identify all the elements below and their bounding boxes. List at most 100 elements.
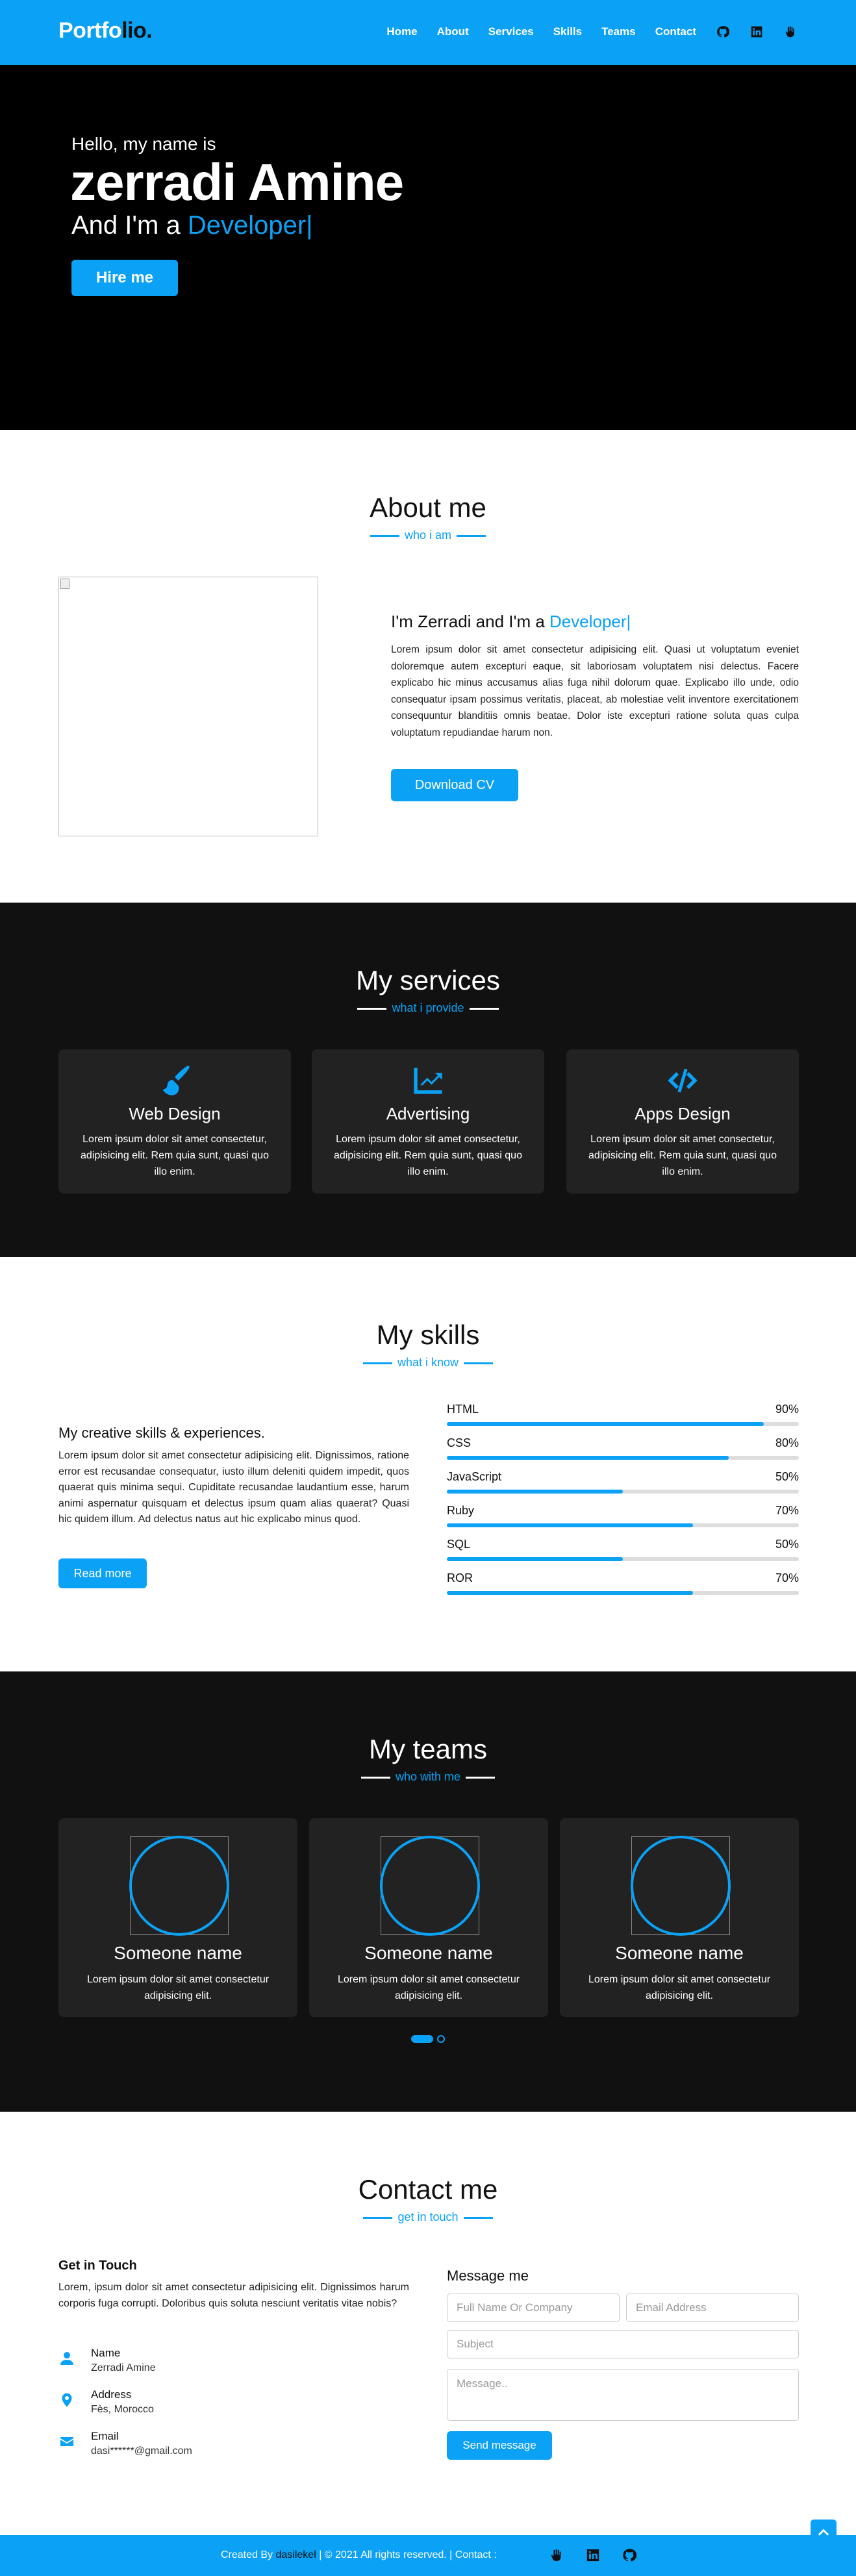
skills-heading: My creative skills & experiences. — [58, 1425, 265, 1441]
nav-links: Home About Services Skills Teams Contact — [386, 25, 798, 39]
skill-track — [447, 1523, 799, 1527]
skill-track — [447, 1422, 799, 1426]
about-section: About me who i am I'm Zerradi and I'm a … — [0, 430, 856, 903]
team-photo — [631, 1836, 731, 1936]
skill-label: JavaScript — [447, 1470, 502, 1483]
footer-created-by: Created By — [221, 2549, 276, 2560]
read-more-button[interactable]: Read more — [58, 1558, 147, 1588]
logo-main: Portfo — [58, 18, 122, 43]
service-card-apps-design: Apps Design Lorem ipsum dolor sit amet c… — [566, 1049, 799, 1194]
team-member-name: Someone name — [114, 1943, 242, 1963]
services-subtitle-text: what i provide — [392, 1001, 464, 1014]
typing-cursor: | — [306, 211, 313, 240]
scroll-to-top-button[interactable] — [811, 2520, 837, 2545]
broken-image-icon — [60, 579, 69, 589]
carousel-dot-active[interactable] — [411, 2035, 433, 2043]
info-label: Name — [91, 2347, 121, 2359]
hire-me-button[interactable]: Hire me — [71, 260, 178, 296]
full-name-input[interactable] — [447, 2294, 620, 2322]
skill-value: 70% — [775, 1571, 799, 1584]
team-card: Someone name Lorem ipsum dolor sit amet … — [58, 1818, 297, 2017]
skills-text: Lorem ipsum dolor sit amet consectetur a… — [58, 1450, 409, 1525]
team-member-name: Someone name — [364, 1943, 493, 1963]
download-cv-button[interactable]: Download CV — [391, 769, 518, 801]
skill-bar-ruby: Ruby 70% — [447, 1504, 799, 1538]
service-text: Lorem ipsum dolor sit amet consectetur, … — [81, 1134, 269, 1177]
logo[interactable]: Portfolio. — [58, 18, 153, 44]
skills-section: My skills what i know My creative skills… — [0, 1257, 856, 1671]
skills-subtitle-text: what i know — [397, 1356, 459, 1369]
team-member-text: Lorem ipsum dolor sit amet consectetur a… — [86, 1974, 270, 2001]
contact-subtitle-text: get in touch — [397, 2210, 459, 2223]
hero-role: And I'm a Developer| — [71, 211, 313, 240]
get-in-touch-text: Lorem, ipsum dolor sit amet consectetur … — [58, 2282, 409, 2309]
hero-greeting: Hello, my name is — [71, 134, 216, 154]
nav-contact[interactable]: Contact — [655, 25, 696, 38]
github-icon[interactable] — [716, 25, 730, 39]
skill-label: Ruby — [447, 1504, 475, 1517]
team-photo — [129, 1836, 229, 1936]
email-input[interactable] — [626, 2294, 799, 2322]
carousel-dot[interactable] — [437, 2035, 445, 2043]
skill-track — [447, 1591, 799, 1595]
skill-value: 50% — [775, 1470, 799, 1483]
footer-icons — [549, 2548, 637, 2566]
skill-fill — [447, 1557, 623, 1561]
paint-brush-icon — [58, 1064, 291, 1097]
contact-info-address: Address Fès, Morocco — [58, 2388, 409, 2421]
hero-name: zerradi Amine — [70, 153, 404, 211]
service-card-web-design: Web Design Lorem ipsum dolor sit amet co… — [58, 1049, 291, 1194]
contact-info-name: Name Zerradi Amine — [58, 2347, 409, 2379]
service-card-advertising: Advertising Lorem ipsum dolor sit amet c… — [312, 1049, 544, 1194]
about-heading-word: Developer| — [549, 612, 631, 631]
nav-skills[interactable]: Skills — [553, 25, 582, 38]
teams-title: My teams — [368, 1734, 488, 1764]
service-text: Lorem ipsum dolor sit amet consectetur, … — [334, 1134, 522, 1177]
nav-services[interactable]: Services — [488, 25, 534, 38]
footer-author-link[interactable]: dasilekel — [275, 2549, 316, 2560]
nav-about[interactable]: About — [437, 25, 469, 38]
skill-value: 70% — [775, 1504, 799, 1517]
team-card: Someone name Lorem ipsum dolor sit amet … — [309, 1818, 548, 2017]
service-name: Web Design — [129, 1104, 221, 1123]
skill-bar-sql: SQL 50% — [447, 1538, 799, 1571]
about-subtitle-text: who i am — [404, 529, 452, 542]
user-icon — [58, 2351, 75, 2368]
skill-fill — [447, 1422, 764, 1426]
teams-subtitle-text: who with me — [395, 1770, 461, 1783]
linkedin-icon[interactable] — [749, 25, 764, 39]
skill-fill — [447, 1591, 694, 1595]
github-icon[interactable] — [622, 2548, 637, 2566]
send-message-button[interactable]: Send message — [447, 2431, 552, 2460]
nav-home[interactable]: Home — [386, 25, 417, 38]
team-card: Someone name Lorem ipsum dolor sit amet … — [560, 1818, 799, 2017]
skill-fill — [447, 1456, 729, 1460]
skill-value: 80% — [775, 1436, 799, 1449]
skill-label: HTML — [447, 1403, 479, 1416]
about-heading: I'm Zerradi and I'm a Developer| — [391, 612, 631, 632]
footer-text: Created By dasilekel | © 2021 All rights… — [221, 2549, 497, 2561]
about-image — [58, 577, 318, 836]
services-title: My services — [356, 965, 500, 995]
hand-icon[interactable] — [783, 25, 798, 39]
nav-teams[interactable]: Teams — [601, 25, 636, 38]
skill-value: 90% — [775, 1403, 799, 1416]
subject-input[interactable] — [447, 2330, 799, 2358]
skill-track — [447, 1557, 799, 1561]
linkedin-icon[interactable] — [586, 2548, 600, 2566]
team-photo — [380, 1836, 480, 1936]
about-heading-prefix: I'm Zerradi and I'm a — [391, 612, 550, 631]
team-member-name: Someone name — [615, 1943, 744, 1963]
hero-role-word: Developer — [187, 211, 307, 240]
logo-accent: lio. — [121, 18, 153, 43]
contact-info-email: Email dasi******@gmail.com — [58, 2430, 409, 2462]
skill-label: CSS — [447, 1436, 472, 1449]
info-label: Email — [91, 2430, 119, 2442]
contact-section: Contact me get in touch Get in Touch Lor… — [0, 2112, 856, 2535]
skill-label: ROR — [447, 1571, 473, 1584]
team-member-text: Lorem ipsum dolor sit amet consectetur a… — [337, 1974, 520, 2001]
service-name: Advertising — [386, 1104, 470, 1123]
envelope-icon — [58, 2434, 75, 2451]
message-textarea[interactable] — [447, 2369, 799, 2421]
hand-icon[interactable] — [549, 2548, 564, 2566]
